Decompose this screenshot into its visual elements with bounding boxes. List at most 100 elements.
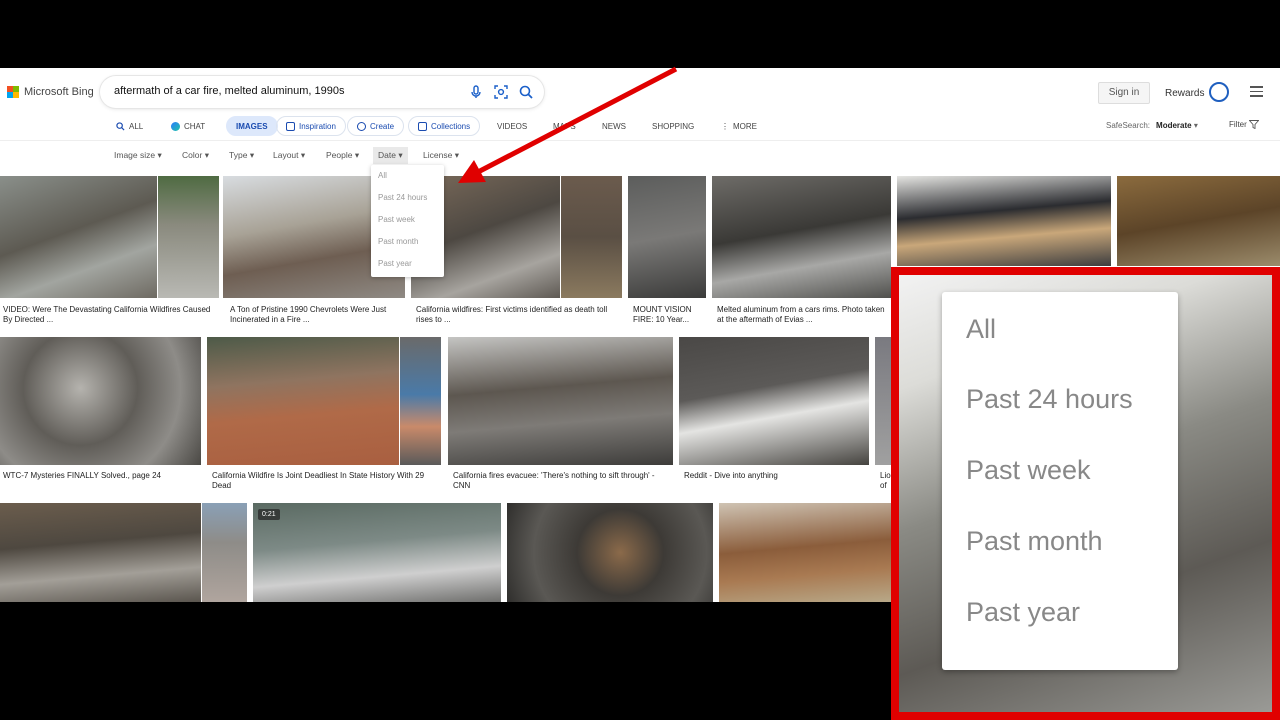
result-caption[interactable]: Reddit - Dive into anything	[684, 471, 864, 481]
more-dots-icon: ⋮	[721, 121, 729, 131]
result-caption[interactable]: WTC-7 Mysteries FINALLY Solved., page 24	[3, 471, 198, 481]
copilot-icon	[171, 121, 180, 131]
search-icon[interactable]	[518, 84, 534, 100]
result-image[interactable]	[0, 503, 201, 602]
safesearch-label: SafeSearch:	[1106, 121, 1151, 130]
filter-license[interactable]: License ▾	[423, 150, 459, 161]
date-option-past-year[interactable]: Past year	[378, 259, 412, 268]
result-caption[interactable]: California Wildfire Is Joint Deadliest I…	[212, 471, 437, 491]
result-caption[interactable]: Lio of	[880, 471, 891, 491]
tab-videos[interactable]: VIDEOS	[497, 116, 527, 136]
filter-label: Image size	[114, 150, 156, 160]
result-caption[interactable]: California fires evacuee: 'There's nothi…	[453, 471, 668, 491]
tab-news[interactable]: NEWS	[602, 116, 626, 136]
header-divider	[0, 140, 1280, 141]
safesearch-value: Moderate	[1156, 121, 1192, 130]
safesearch-control[interactable]: SafeSearch: Moderate ▾	[1106, 121, 1198, 130]
result-image[interactable]	[0, 337, 201, 465]
filter-layout[interactable]: Layout ▾	[273, 150, 305, 161]
result-image[interactable]	[712, 176, 891, 298]
result-image[interactable]	[897, 176, 1111, 266]
date-option-past-month[interactable]: Past month	[378, 237, 418, 246]
result-image[interactable]	[0, 176, 157, 298]
tab-shopping[interactable]: SHOPPING	[652, 116, 694, 136]
collections-icon	[418, 121, 427, 131]
tab-chat[interactable]: CHAT	[171, 116, 205, 136]
date-option-all[interactable]: All	[378, 171, 387, 180]
inspiration-icon	[286, 121, 295, 131]
result-image[interactable]	[202, 503, 247, 602]
result-image[interactable]	[679, 337, 869, 465]
zoomed-date-dropdown: All Past 24 hours Past week Past month P…	[942, 292, 1178, 670]
zoom-option-past-24-hours: Past 24 hours	[966, 384, 1133, 414]
result-image[interactable]	[253, 503, 501, 602]
result-caption[interactable]: VIDEO: Were The Devastating California W…	[3, 305, 213, 325]
visual-search-icon[interactable]	[493, 84, 509, 100]
result-caption[interactable]: MOUNT VISION FIRE: 10 Year...	[633, 305, 703, 325]
chevron-down-icon: ▾	[454, 150, 459, 160]
tab-all[interactable]: ALL	[116, 116, 143, 136]
zoom-inset: All Past 24 hours Past week Past month P…	[891, 267, 1280, 720]
chevron-down-icon: ▾	[354, 150, 360, 160]
tab-label: Inspiration	[299, 121, 336, 131]
sign-in-button[interactable]: Sign in	[1098, 82, 1150, 104]
result-image[interactable]	[719, 503, 891, 602]
hamburger-menu-icon[interactable]	[1250, 86, 1263, 97]
filter-people[interactable]: People ▾	[326, 150, 359, 161]
rewards-link[interactable]: Rewards	[1165, 88, 1204, 99]
result-image[interactable]	[448, 337, 673, 465]
filter-label: Color	[182, 150, 203, 160]
tab-label: VIDEOS	[497, 121, 528, 131]
filter-image-size[interactable]: Image size ▾	[114, 150, 162, 161]
result-caption[interactable]: A Ton of Pristine 1990 Chevrolets Were J…	[230, 305, 402, 325]
zoom-option-past-year: Past year	[966, 597, 1081, 627]
filter-button[interactable]: Filter	[1229, 120, 1260, 130]
result-image[interactable]	[1117, 176, 1280, 266]
filter-color[interactable]: Color ▾	[182, 150, 209, 161]
result-image[interactable]	[507, 503, 713, 602]
tab-maps[interactable]: MAPS	[553, 116, 576, 136]
filter-label: Filter	[1229, 120, 1247, 129]
result-caption[interactable]: Melted aluminum from a cars rims. Photo …	[717, 305, 887, 325]
filter-type[interactable]: Type ▾	[229, 150, 254, 161]
tab-label: IMAGES	[236, 121, 268, 131]
tab-label: CHAT	[184, 121, 206, 131]
tab-label: SHOPPING	[652, 121, 695, 131]
chevron-down-icon: ▾	[300, 150, 306, 160]
result-image[interactable]	[158, 176, 219, 298]
search-icon	[116, 121, 125, 131]
result-caption[interactable]: California wildfires: First victims iden…	[416, 305, 616, 325]
rewards-icon[interactable]	[1209, 82, 1229, 102]
result-image[interactable]	[400, 337, 441, 465]
zoom-option-past-month: Past month	[966, 526, 1103, 556]
tab-collections[interactable]: Collections	[408, 116, 481, 136]
result-image[interactable]	[875, 337, 891, 465]
search-input[interactable]: aftermath of a car fire, melted aluminum…	[114, 85, 345, 97]
result-image[interactable]	[561, 176, 622, 298]
tab-inspiration[interactable]: Inspiration	[276, 116, 346, 136]
filter-label: Date	[378, 150, 396, 160]
result-image[interactable]	[207, 337, 399, 465]
tab-more[interactable]: ⋮ MORE	[721, 116, 757, 136]
chevron-down-icon: ▾	[1193, 121, 1198, 130]
microphone-icon[interactable]	[468, 84, 484, 100]
date-dropdown: All Past 24 hours Past week Past month P…	[371, 165, 444, 277]
chevron-down-icon: ▾	[249, 150, 255, 160]
logo-text: Microsoft Bing	[24, 86, 94, 98]
date-option-past-24-hours[interactable]: Past 24 hours	[378, 193, 427, 202]
filter-label: Type	[229, 150, 248, 160]
filter-label: Layout	[273, 150, 299, 160]
date-option-past-week[interactable]: Past week	[378, 215, 415, 224]
tab-label: Create	[370, 121, 395, 131]
tab-create[interactable]: Create	[347, 116, 405, 136]
create-icon	[357, 121, 366, 131]
tab-label: Collections	[431, 121, 471, 131]
filter-date[interactable]: Date ▾	[373, 147, 408, 164]
tab-label: MAPS	[553, 121, 576, 131]
result-image[interactable]	[628, 176, 706, 298]
video-duration-badge: 0:21	[258, 509, 280, 520]
bing-logo[interactable]: Microsoft Bing	[7, 86, 94, 98]
tab-images[interactable]: IMAGES	[226, 116, 278, 136]
search-box[interactable]: aftermath of a car fire, melted aluminum…	[100, 76, 544, 108]
microsoft-logo-icon	[7, 86, 19, 98]
